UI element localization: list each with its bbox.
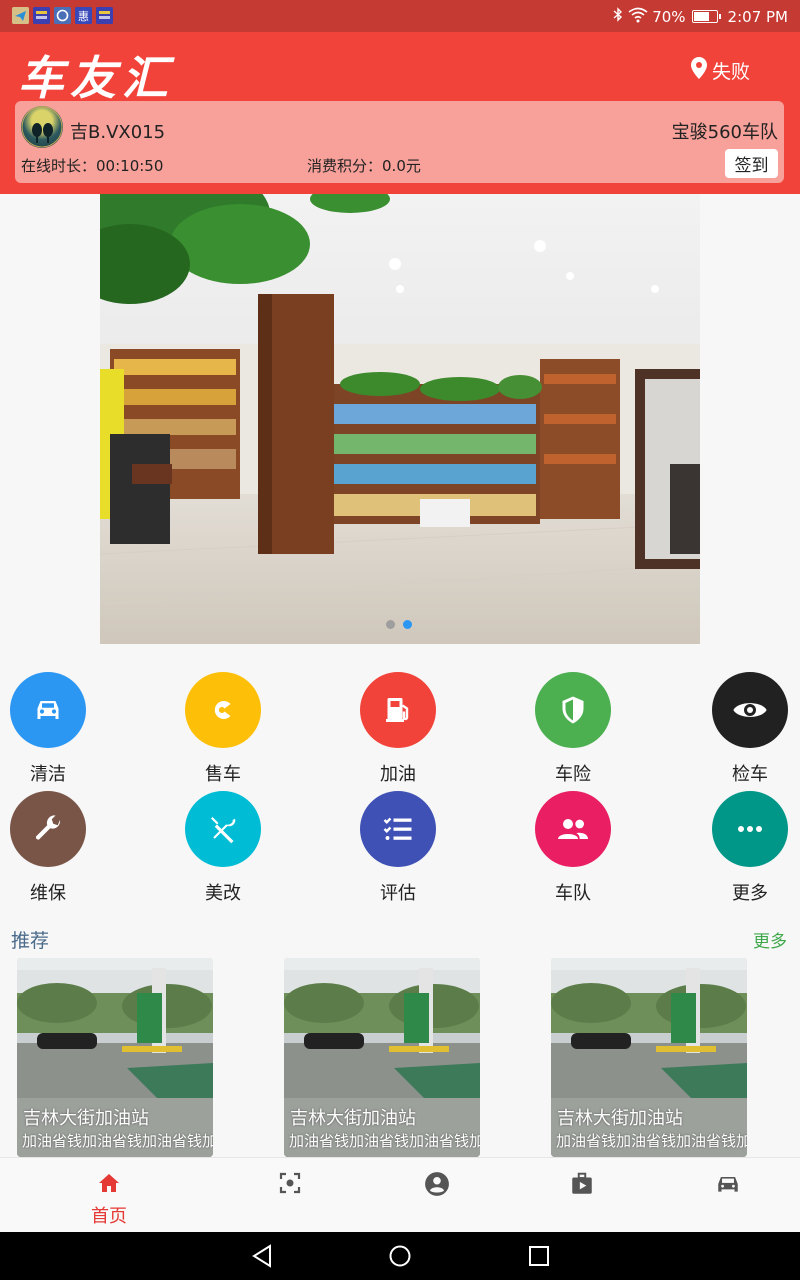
recommend-more-link[interactable]: 更多: [753, 927, 787, 952]
recommend-card-desc: 加油省钱加油省钱加油省钱加油省: [289, 1132, 480, 1150]
system-status: 70% 2:07 PM: [612, 6, 788, 27]
service-label: 售车: [205, 764, 241, 785]
service-checklist[interactable]: 评估: [338, 791, 458, 905]
team-icon: [535, 791, 611, 867]
notification-icons: 惠: [12, 7, 113, 24]
service-more[interactable]: 更多: [690, 791, 800, 905]
recommend-card[interactable]: 吉林大街加油站加油省钱加油省钱加油省钱加油省: [551, 958, 747, 1157]
bottom-nav: 首页: [0, 1157, 800, 1232]
store-interior-photo: [100, 194, 700, 644]
carousel-dot[interactable]: [386, 620, 395, 629]
service-label: 检车: [732, 764, 768, 785]
avatar[interactable]: [21, 106, 63, 148]
svg-text:惠: 惠: [78, 9, 89, 23]
tools-icon: [185, 791, 261, 867]
battery-level-fill: [693, 12, 709, 21]
points-value: 0.0元: [382, 157, 421, 175]
back-icon[interactable]: [251, 1244, 273, 1272]
app-badge-icon: [33, 7, 50, 24]
nav-item-account[interactable]: [386, 1158, 486, 1233]
nav-item-scan[interactable]: [240, 1158, 340, 1233]
recommend-title: 推荐: [11, 930, 50, 952]
app-hui-icon: 惠: [75, 7, 92, 24]
telegram-icon: [12, 7, 29, 24]
points-label: 消费积分：: [307, 157, 383, 175]
battery-percent: 70%: [652, 7, 686, 26]
online-label: 在线时长：: [21, 157, 97, 175]
nav-item-video-bag[interactable]: [531, 1158, 631, 1233]
wifi-icon: [628, 7, 648, 27]
status-bar: 惠 70% 2:07 PM: [0, 0, 800, 32]
location-button[interactable]: 失败: [690, 56, 750, 85]
more-icon: [712, 791, 788, 867]
recommend-card[interactable]: 吉林大街加油站加油省钱加油省钱加油省钱加油省: [17, 958, 213, 1157]
location-label: 失败: [712, 61, 751, 83]
service-fuel[interactable]: 加油: [338, 672, 458, 786]
car-icon: [715, 1171, 739, 1195]
recommend-card-title: 吉林大街加油站: [290, 1108, 416, 1129]
eye-icon: [712, 672, 788, 748]
service-car[interactable]: 清洁: [0, 672, 108, 786]
account-icon: [424, 1171, 449, 1196]
recommend-card-title: 吉林大街加油站: [23, 1108, 149, 1129]
location-pin-icon: [690, 56, 708, 85]
wrench-icon: [10, 791, 86, 867]
service-eye[interactable]: 检车: [690, 672, 800, 786]
home-icon: [97, 1171, 121, 1195]
team-name: 宝骏560车队: [671, 122, 778, 143]
nav-item-label: 首页: [91, 1206, 127, 1227]
home-circle-icon[interactable]: [389, 1245, 411, 1271]
consumption-points: 消费积分：0.0元: [307, 155, 421, 176]
battery-icon: [691, 10, 721, 23]
shield-icon: [535, 672, 611, 748]
service-label: 评估: [380, 883, 416, 904]
checklist-icon: [360, 791, 436, 867]
recommend-card-desc: 加油省钱加油省钱加油省钱加油省: [22, 1132, 213, 1150]
service-team[interactable]: 车队: [513, 791, 633, 905]
service-label: 车险: [555, 764, 591, 785]
service-wrench[interactable]: 维保: [0, 791, 108, 905]
service-tools[interactable]: 美改: [163, 791, 283, 905]
carousel-indicator[interactable]: [386, 620, 412, 629]
online-value: 00:10:50: [96, 157, 164, 175]
sale-icon: [185, 672, 261, 748]
fuel-icon: [360, 672, 436, 748]
recents-icon[interactable]: [529, 1246, 549, 1270]
service-label: 车队: [555, 883, 591, 904]
bluetooth-icon: [612, 6, 624, 27]
service-shield[interactable]: 车险: [513, 672, 633, 786]
banner-carousel[interactable]: [100, 194, 700, 644]
app-title: 车友汇: [18, 51, 174, 105]
recommend-card[interactable]: 吉林大街加油站加油省钱加油省钱加油省钱加油省: [284, 958, 480, 1157]
video-bag-icon: [569, 1171, 593, 1195]
app-badge-icon: [96, 7, 113, 24]
app-screen: 惠 70% 2:07 PM 车友汇 失败 吉B.VX015 宝骏560车队 在线…: [0, 0, 800, 1280]
car-icon: [10, 672, 86, 748]
service-label: 更多: [732, 883, 768, 904]
service-label: 清洁: [30, 764, 66, 785]
browser-icon: [54, 7, 71, 24]
service-label: 维保: [30, 883, 66, 904]
carousel-dot[interactable]: [403, 620, 412, 629]
license-plate: 吉B.VX015: [70, 122, 166, 143]
clock: 2:07 PM: [727, 7, 788, 26]
service-label: 加油: [380, 764, 416, 785]
service-label: 美改: [205, 883, 241, 904]
android-nav-bar: [0, 1232, 800, 1280]
app-header: 车友汇 失败 吉B.VX015 宝骏560车队 在线时长：00:10:50 消费…: [0, 32, 800, 194]
user-card: 吉B.VX015 宝骏560车队 在线时长：00:10:50 消费积分：0.0元…: [15, 101, 784, 183]
service-sale[interactable]: 售车: [163, 672, 283, 786]
scan-icon: [278, 1171, 302, 1195]
nav-item-car[interactable]: [677, 1158, 777, 1233]
nav-item-home[interactable]: 首页: [59, 1158, 159, 1233]
recommend-card-title: 吉林大街加油站: [557, 1108, 683, 1129]
online-duration: 在线时长：00:10:50: [21, 155, 163, 176]
checkin-button[interactable]: 签到: [725, 149, 778, 178]
recommend-card-desc: 加油省钱加油省钱加油省钱加油省: [556, 1132, 747, 1150]
